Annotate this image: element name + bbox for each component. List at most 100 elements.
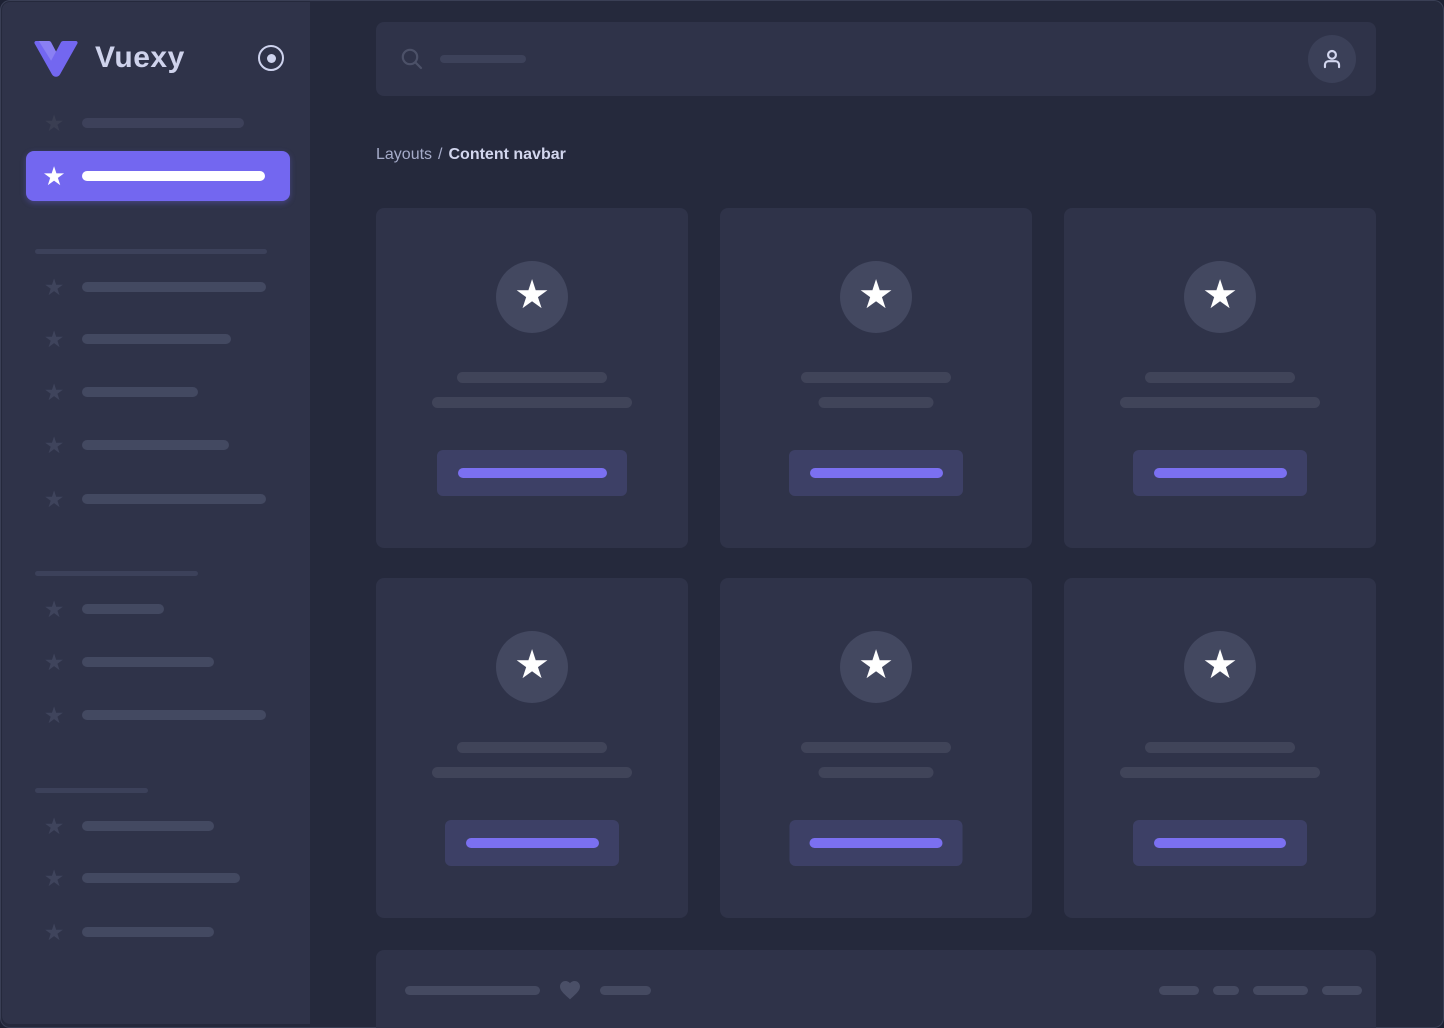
star-icon: ★ <box>42 110 66 136</box>
star-icon: ★ <box>858 629 894 701</box>
menu-label-skeleton <box>82 710 266 720</box>
sidebar-section-header-skeleton <box>35 249 267 254</box>
footer-link-skeleton <box>1322 986 1362 995</box>
menu-label-skeleton <box>82 927 214 937</box>
card-title-skeleton <box>801 742 951 753</box>
button-label-skeleton <box>1154 838 1286 848</box>
sidebar-pin-toggle-icon[interactable] <box>258 45 284 71</box>
sidebar-section-header-skeleton <box>35 571 198 576</box>
heart-icon <box>557 978 583 1002</box>
star-icon: ★ <box>42 486 66 512</box>
sidebar-item[interactable]: ★ <box>26 865 290 891</box>
menu-label-skeleton <box>82 334 231 344</box>
toggle-dot <box>267 54 276 63</box>
card-subtitle-skeleton <box>819 767 934 778</box>
content-card: ★ <box>720 208 1032 548</box>
search-placeholder-skeleton <box>440 55 526 63</box>
footer-link-skeleton <box>1213 986 1239 995</box>
card-title-skeleton <box>1145 742 1295 753</box>
breadcrumb-separator: / <box>438 146 442 163</box>
sidebar-item[interactable]: ★ <box>26 649 290 675</box>
card-title-skeleton <box>457 742 607 753</box>
sidebar-item[interactable]: ★ <box>26 110 290 136</box>
user-icon <box>1319 46 1345 72</box>
sidebar-item[interactable]: ★ <box>26 702 290 728</box>
card-avatar-circle: ★ <box>1184 261 1256 333</box>
button-label-skeleton <box>810 838 943 848</box>
content-card: ★ <box>720 578 1032 918</box>
card-avatar-circle: ★ <box>840 261 912 333</box>
button-label-skeleton <box>466 838 599 848</box>
card-subtitle-skeleton <box>1120 767 1320 778</box>
star-icon: ★ <box>42 919 66 945</box>
star-icon: ★ <box>1202 629 1238 701</box>
menu-label-skeleton <box>82 387 198 397</box>
sidebar-item[interactable]: ★ <box>26 813 290 839</box>
button-label-skeleton <box>458 468 607 478</box>
vuexy-logo-icon <box>32 39 80 77</box>
card-button[interactable] <box>790 820 963 866</box>
sidebar-header: Vuexy <box>32 38 284 78</box>
sidebar-item-active[interactable]: ★ <box>26 151 290 201</box>
footer-text-skeleton <box>405 986 540 995</box>
card-avatar-circle: ★ <box>496 261 568 333</box>
button-label-skeleton <box>810 468 943 478</box>
sidebar-item[interactable]: ★ <box>26 274 290 300</box>
star-icon: ★ <box>42 702 66 728</box>
breadcrumb-current: Content navbar <box>449 146 566 163</box>
menu-label-skeleton <box>82 494 266 504</box>
sidebar-item[interactable]: ★ <box>26 432 290 458</box>
menu-label-skeleton <box>82 282 266 292</box>
card-subtitle-skeleton <box>1120 397 1320 408</box>
star-icon: ★ <box>42 379 66 405</box>
menu-label-skeleton <box>82 171 265 181</box>
footer-text-skeleton <box>600 986 651 995</box>
button-label-skeleton <box>1154 468 1287 478</box>
card-button[interactable] <box>445 820 619 866</box>
card-title-skeleton <box>801 372 951 383</box>
star-icon: ★ <box>858 259 894 331</box>
star-icon: ★ <box>42 865 66 891</box>
star-icon: ★ <box>42 151 66 201</box>
breadcrumb-section[interactable]: Layouts <box>376 146 432 163</box>
breadcrumb: Layouts / Content navbar <box>376 146 566 164</box>
star-icon: ★ <box>514 259 550 331</box>
card-avatar-circle: ★ <box>840 631 912 703</box>
sidebar-section-header-skeleton <box>35 788 148 793</box>
menu-label-skeleton <box>82 657 214 667</box>
footer-card <box>376 950 1376 1028</box>
content-card: ★ <box>1064 208 1376 548</box>
sidebar-item[interactable]: ★ <box>26 486 290 512</box>
sidebar-item[interactable]: ★ <box>26 379 290 405</box>
card-button[interactable] <box>1133 820 1307 866</box>
main-content: Layouts / Content navbar ★ ★ ★ ★ ★ ★ <box>310 2 1442 1024</box>
card-title-skeleton <box>457 372 607 383</box>
card-subtitle-skeleton <box>432 767 632 778</box>
card-avatar-circle: ★ <box>496 631 568 703</box>
card-button[interactable] <box>789 450 963 496</box>
sidebar-item[interactable]: ★ <box>26 326 290 352</box>
content-card: ★ <box>376 208 688 548</box>
content-card: ★ <box>1064 578 1376 918</box>
sidebar-item[interactable]: ★ <box>26 596 290 622</box>
card-button[interactable] <box>1133 450 1307 496</box>
top-navbar <box>376 22 1376 96</box>
sidebar-item[interactable]: ★ <box>26 919 290 945</box>
app-frame: Vuexy ★★★★★★★★★★★★★ Layouts/Content n <box>0 0 1444 1028</box>
card-title-skeleton <box>1145 372 1295 383</box>
user-avatar[interactable] <box>1308 35 1356 83</box>
search-input[interactable] <box>400 47 526 71</box>
star-icon: ★ <box>42 274 66 300</box>
star-icon: ★ <box>42 432 66 458</box>
menu-label-skeleton <box>82 440 229 450</box>
star-icon: ★ <box>42 326 66 352</box>
content-card: ★ <box>376 578 688 918</box>
card-button[interactable] <box>437 450 627 496</box>
cards-grid: ★ ★ ★ ★ ★ ★ <box>376 208 1376 918</box>
menu-label-skeleton <box>82 118 244 128</box>
app-title: Vuexy <box>95 41 185 75</box>
footer-link-skeleton <box>1253 986 1308 995</box>
footer-right <box>1145 972 1362 1008</box>
sidebar: Vuexy ★ ★ ★ ★ ★ ★ ★ ★ ★ ★ ★ ★ ★ <box>2 2 310 1024</box>
star-icon: ★ <box>1202 259 1238 331</box>
